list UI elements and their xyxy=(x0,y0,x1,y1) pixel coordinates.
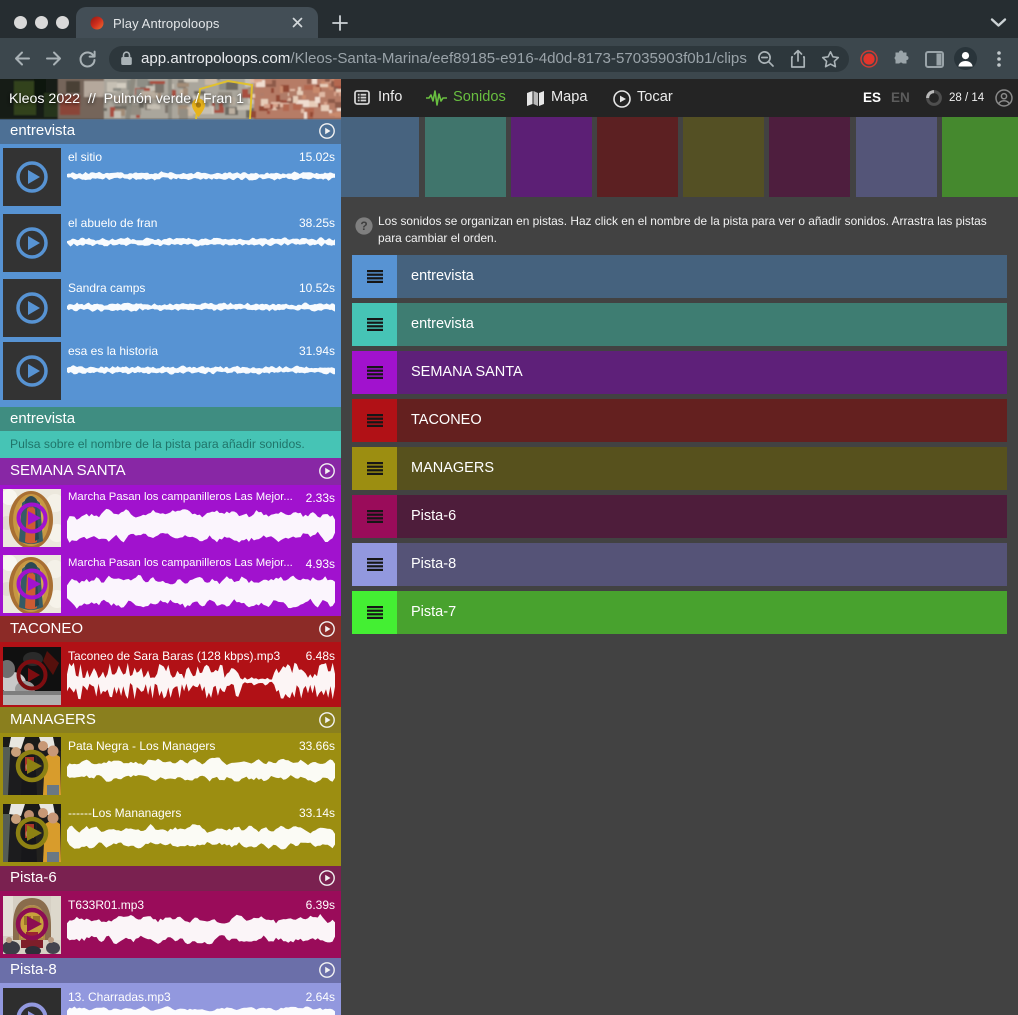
svg-text:?: ? xyxy=(360,219,367,233)
